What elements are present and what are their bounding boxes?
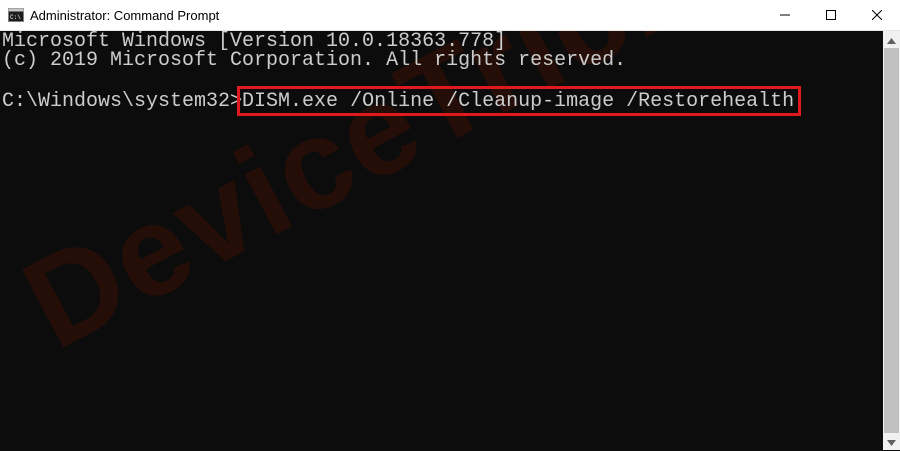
- maximize-button[interactable]: [808, 0, 854, 31]
- watermark-text: DeviceTricks: [1, 31, 782, 377]
- scroll-up-button[interactable]: [883, 31, 900, 48]
- console-line-copyright: (c) 2019 Microsoft Corporation. All righ…: [2, 49, 627, 72]
- close-button[interactable]: [854, 0, 900, 31]
- scroll-thumb[interactable]: [884, 48, 899, 433]
- minimize-icon: [780, 7, 790, 25]
- svg-text:C:\: C:\: [10, 14, 21, 21]
- scroll-down-arrow-icon: [887, 433, 896, 451]
- watermark: DeviceTricks: [1, 31, 782, 378]
- cmd-icon: C:\: [8, 8, 24, 22]
- title-bar[interactable]: C:\ Administrator: Command Prompt: [0, 0, 900, 31]
- maximize-icon: [826, 7, 836, 25]
- command-prompt: C:\Windows\system32>: [2, 90, 243, 113]
- console-output[interactable]: DeviceTricks Microsoft Windows [Version …: [0, 31, 883, 450]
- vertical-scrollbar[interactable]: [883, 31, 900, 450]
- minimize-button[interactable]: [762, 0, 808, 31]
- scroll-down-button[interactable]: [883, 433, 900, 450]
- command-highlight-box: [237, 86, 801, 116]
- window-title: Administrator: Command Prompt: [30, 8, 220, 23]
- scroll-up-arrow-icon: [887, 31, 896, 49]
- close-icon: [871, 7, 883, 25]
